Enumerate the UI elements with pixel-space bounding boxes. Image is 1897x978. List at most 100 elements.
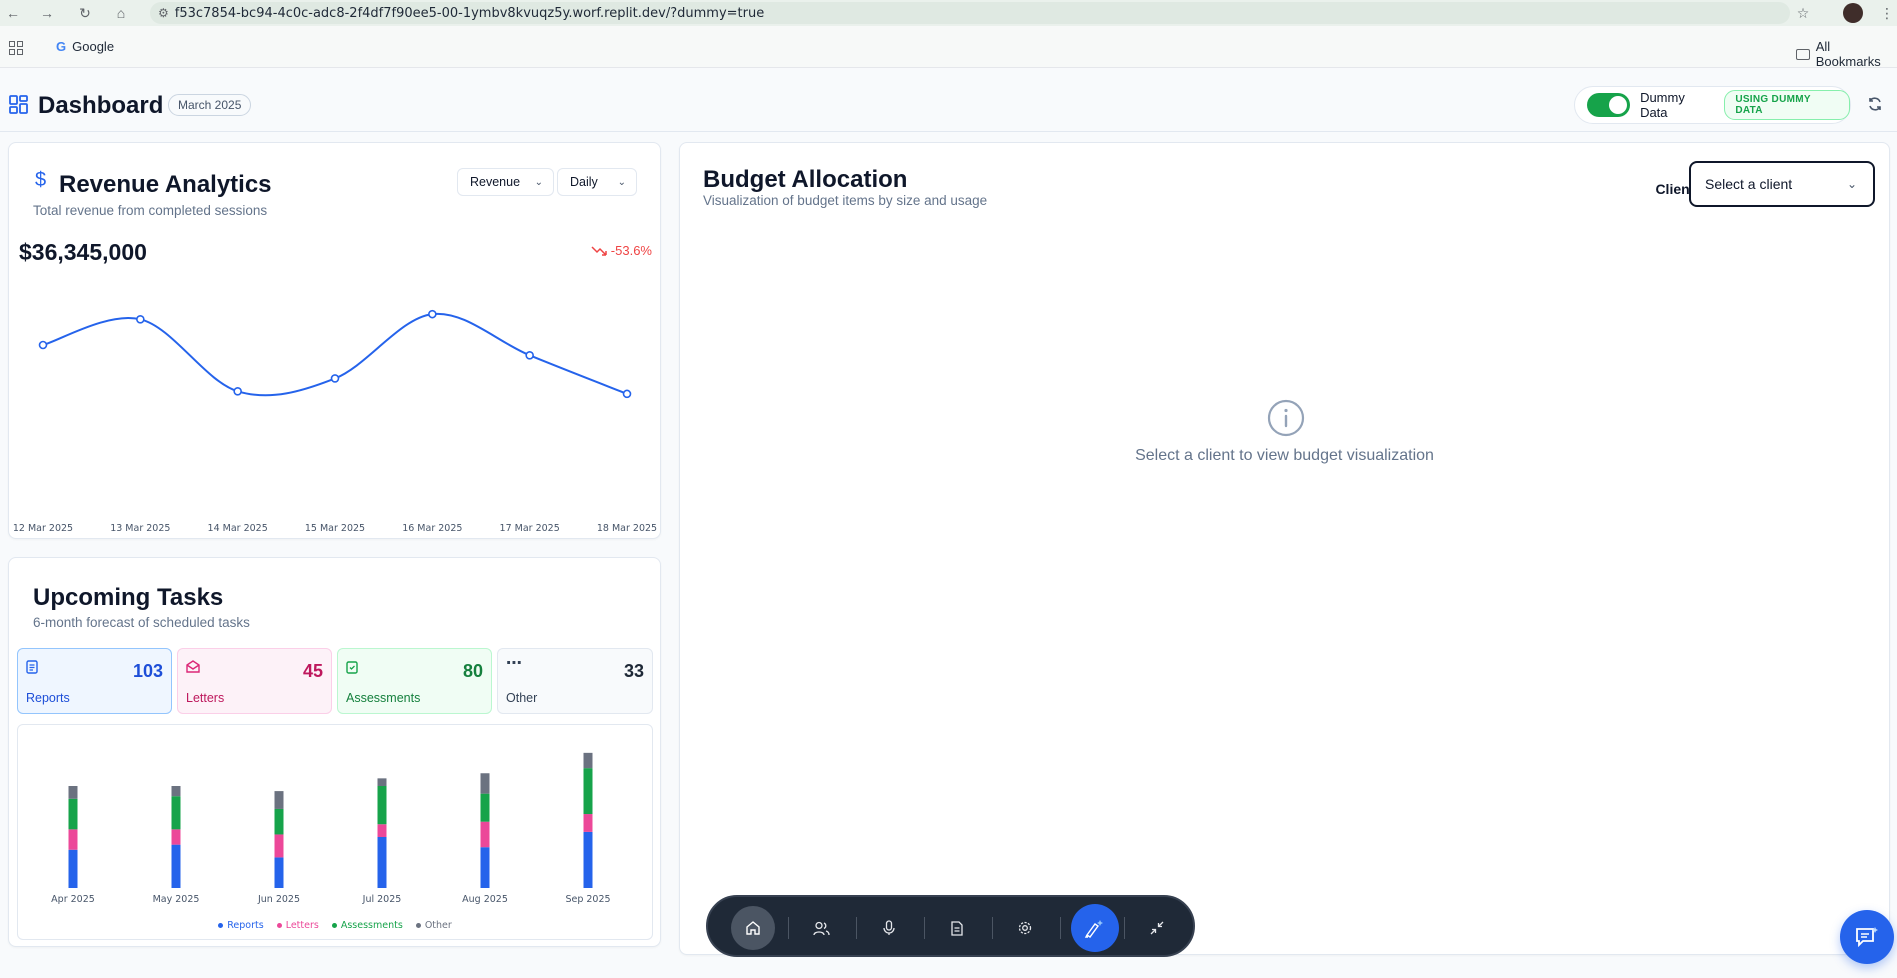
dock-home-button[interactable]	[731, 906, 775, 950]
dock-separator	[856, 917, 857, 939]
trending-down-icon	[591, 245, 607, 256]
minimize-icon	[1150, 921, 1164, 935]
dock-separator	[1124, 917, 1125, 939]
bar-segment-letters[interactable]	[480, 821, 490, 848]
profile-avatar[interactable]	[1843, 3, 1863, 23]
bar-segment-other[interactable]	[274, 791, 284, 809]
legend-letters: Letters	[276, 920, 319, 931]
bar-segment-other[interactable]	[171, 786, 181, 797]
bar-segment-assessments[interactable]	[480, 793, 490, 822]
line-point[interactable]	[38, 340, 48, 350]
bar-segment-assessments[interactable]	[583, 768, 593, 815]
dock-ai-button[interactable]	[1071, 904, 1119, 952]
x-tick-label: Jul 2025	[362, 894, 402, 905]
bar-segment-letters[interactable]	[274, 834, 284, 858]
upcoming-tasks-card: Upcoming Tasks 6-month forecast of sched…	[8, 557, 661, 947]
address-bar[interactable]: ⚙ f53c7854-bc94-4c0c-adc8-2f4df7f90ee5-0…	[150, 2, 1790, 24]
info-icon	[1267, 399, 1305, 437]
bar-segment-reports[interactable]	[171, 844, 181, 888]
bar-segment-other[interactable]	[480, 773, 490, 794]
bar-segment-letters[interactable]	[583, 814, 593, 832]
x-tick-label: 14 Mar 2025	[208, 523, 268, 533]
page-title: Dashboard	[38, 92, 164, 119]
line-point[interactable]	[525, 350, 534, 360]
bar-segment-reports[interactable]	[274, 857, 284, 888]
chevron-down-icon: ⌄	[617, 176, 626, 188]
bar-segment-letters[interactable]	[377, 824, 387, 837]
bar-segment-letters[interactable]	[68, 829, 78, 850]
line-point[interactable]	[330, 374, 340, 383]
forward-icon[interactable]: →	[36, 2, 58, 24]
browser-menu-icon[interactable]: ⋮	[1876, 2, 1897, 24]
bar-segment-reports[interactable]	[583, 831, 593, 888]
dock-separator	[992, 917, 993, 939]
floating-dock	[706, 895, 1195, 957]
refresh-icon[interactable]	[1867, 96, 1883, 112]
line-point[interactable]	[428, 309, 437, 319]
dock-users-button[interactable]	[799, 906, 843, 950]
tile-assessments[interactable]: 80 Assessments	[337, 648, 492, 714]
revenue-line-chart: 12 Mar 2025 13 Mar 2025 14 Mar 2025 15 Mar …	[13, 309, 657, 533]
line-point[interactable]	[136, 314, 145, 324]
bar-segment-assessments[interactable]	[171, 796, 181, 830]
x-tick-label: 15 Mar 2025	[305, 523, 365, 533]
tasks-chart-frame: Apr 2025 May 2025 Jun 2025 Jul 2025 Aug 2025…	[17, 724, 653, 940]
tile-value: 33	[623, 661, 644, 681]
bar-segment-other[interactable]	[377, 778, 387, 786]
app-header: Dashboard March 2025 Dummy Data USING DU…	[0, 68, 1897, 132]
tile-other[interactable]: ⋯ 33 Other	[497, 648, 653, 714]
dock-settings-button[interactable]	[1003, 906, 1047, 950]
bar-segment-reports[interactable]	[377, 837, 387, 888]
dock-separator	[1060, 917, 1061, 939]
chevron-down-icon: ⌄	[534, 176, 543, 188]
site-info-icon[interactable]: ⚙	[158, 6, 169, 20]
all-bookmarks[interactable]: All Bookmarks	[1796, 39, 1897, 69]
tile-reports[interactable]: 103 Reports	[17, 648, 172, 714]
tile-value: 103	[132, 661, 163, 681]
chat-icon	[1856, 927, 1878, 948]
revenue-change: -53.6%	[591, 243, 652, 258]
microphone-icon	[883, 920, 895, 935]
bookmark-google[interactable]: G Google	[56, 39, 114, 54]
tile-letters[interactable]: 45 Letters	[177, 648, 332, 714]
google-icon: G	[56, 39, 67, 54]
reload-icon[interactable]: ↻	[74, 2, 96, 24]
bar-segment-other[interactable]	[583, 752, 593, 769]
bar-segment-reports[interactable]	[68, 849, 78, 888]
budget-empty-message: Select a client to view budget visualiza…	[1135, 447, 1434, 464]
budget-allocation-card: Budget Allocation Visualization of budge…	[679, 142, 1890, 955]
bar-segment-reports[interactable]	[480, 847, 490, 888]
bookmark-label: Google	[72, 39, 115, 54]
dummy-data-toggle[interactable]	[1587, 93, 1631, 117]
home-page-icon[interactable]: ⌂	[110, 2, 132, 24]
bar-segment-assessments[interactable]	[274, 808, 284, 835]
line-point[interactable]	[233, 386, 242, 396]
metric-select[interactable]: Revenue ⌄	[457, 168, 554, 196]
client-select[interactable]: Select a client ⌄	[1689, 161, 1875, 207]
tile-label: Other	[506, 691, 538, 705]
users-icon	[812, 921, 830, 935]
clipboard-check-icon	[346, 661, 358, 674]
report-icon	[26, 660, 38, 674]
bar-segment-letters[interactable]	[171, 829, 181, 845]
bar-segment-assessments[interactable]	[377, 786, 387, 825]
apps-grid-icon[interactable]	[9, 41, 23, 55]
back-icon[interactable]: ←	[2, 2, 24, 24]
legend-other: Other	[415, 920, 452, 931]
folder-icon	[1796, 48, 1810, 60]
dock-microphone-button[interactable]	[867, 906, 911, 950]
dock-documents-button[interactable]	[935, 906, 979, 950]
bar-segment-other[interactable]	[68, 786, 78, 799]
period-select-value: Daily	[570, 175, 598, 189]
dummy-data-label: Dummy Data	[1640, 90, 1685, 120]
dock-separator	[788, 917, 789, 939]
period-select[interactable]: Daily ⌄	[557, 168, 637, 196]
line-point[interactable]	[622, 389, 632, 399]
bar-segment-assessments[interactable]	[68, 798, 78, 830]
bookmark-star-icon[interactable]: ☆	[1792, 2, 1814, 24]
document-icon	[951, 920, 963, 936]
dock-minimize-button[interactable]	[1135, 906, 1179, 950]
metric-select-value: Revenue	[470, 175, 521, 189]
chat-assistant-button[interactable]	[1840, 910, 1894, 964]
tile-label: Letters	[186, 691, 225, 705]
